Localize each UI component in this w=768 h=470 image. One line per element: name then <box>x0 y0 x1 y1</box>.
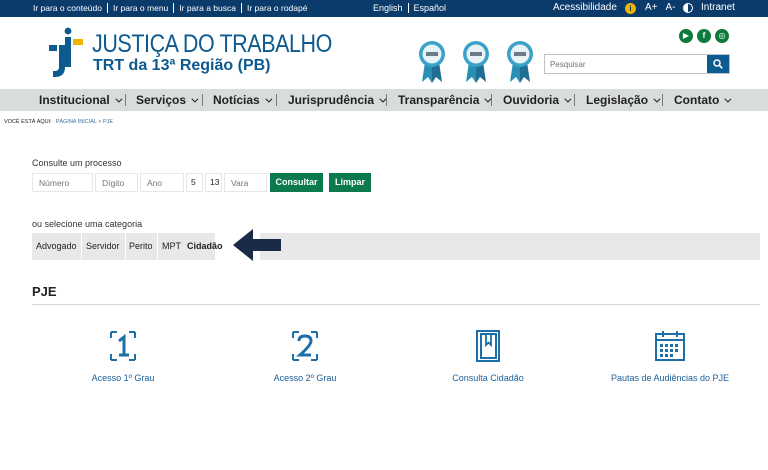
chevron-down-icon <box>653 95 661 103</box>
main-menu: Institucional Serviços Notícias Jurispru… <box>0 89 768 111</box>
digito-field[interactable] <box>95 173 138 192</box>
number-two-icon <box>292 331 318 361</box>
tab-divider <box>125 233 126 260</box>
search-button[interactable] <box>707 55 729 73</box>
arrow-left-icon <box>233 229 281 261</box>
chevron-down-icon <box>564 95 572 103</box>
skip-links: Ir para o conteúdo Ir para o menu Ir par… <box>33 3 312 13</box>
lang-spanish-link[interactable]: Español <box>409 3 452 13</box>
tab-advogado[interactable]: Advogado <box>36 241 77 251</box>
skip-to-footer-link[interactable]: Ir para o rodapé <box>242 3 312 13</box>
tile-label: Pautas de Audiências do PJE <box>610 373 730 383</box>
intranet-link[interactable]: Intranet <box>701 2 735 14</box>
menu-item-label: Transparência <box>398 93 480 107</box>
calendar-icon <box>655 331 685 361</box>
tile-pautas-audiencias[interactable]: Pautas de Audiências do PJE <box>590 330 750 383</box>
search-form <box>544 54 730 74</box>
tile-acesso-1-grau[interactable]: Acesso 1º Grau <box>43 330 203 383</box>
tab-cidadao[interactable]: Cidadão <box>187 241 223 251</box>
facebook-icon[interactable]: f <box>697 29 711 43</box>
menu-item-legislacao[interactable]: Legislação <box>586 93 661 107</box>
info-icon[interactable]: i <box>624 2 636 14</box>
menu-item-noticias[interactable]: Notícias <box>213 93 273 107</box>
tile-acesso-2-grau[interactable]: Acesso 2º Grau <box>225 330 385 383</box>
contrast-icon[interactable] <box>683 3 694 13</box>
chevron-down-icon <box>265 95 273 103</box>
tribunal-field: 13 <box>205 173 222 192</box>
ano-field[interactable] <box>140 173 184 192</box>
site-header: JUSTIÇA DO TRABALHO TRT da 13ª Região (P… <box>0 17 768 89</box>
categoria-label: ou selecione uma categoria <box>32 219 143 229</box>
justica-logo-icon[interactable] <box>47 27 83 81</box>
menu-item-label: Jurisprudência <box>288 93 375 107</box>
limpar-button[interactable]: Limpar <box>329 173 371 192</box>
font-decrease-button[interactable]: A- <box>665 2 675 14</box>
chevron-down-icon <box>115 95 123 103</box>
tile-label: Acesso 2º Grau <box>273 373 337 383</box>
site-title: JUSTIÇA DO TRABALHO <box>92 30 332 58</box>
tab-divider <box>81 233 82 260</box>
accessibility-link[interactable]: Acessibilidade <box>553 2 617 14</box>
accessibility-bar: Ir para o conteúdo Ir para o menu Ir par… <box>0 0 768 17</box>
skip-to-search-link[interactable]: Ir para a busca <box>174 3 242 13</box>
breadcrumb: VOCÊ ESTÁ AQUI: PÁGINA INICIAL > PJE <box>4 119 113 125</box>
instagram-icon[interactable]: ◎ <box>715 29 729 43</box>
vara-field[interactable] <box>224 173 267 192</box>
menu-divider <box>276 94 277 106</box>
numero-field[interactable] <box>32 173 93 192</box>
book-icon <box>476 330 500 362</box>
categoria-tabs: Advogado Servidor Perito MPT Cidadão <box>32 233 760 260</box>
language-links: English Español <box>373 3 451 13</box>
tab-divider <box>157 233 158 260</box>
pje-heading: PJE <box>32 284 57 299</box>
skip-to-menu-link[interactable]: Ir para o menu <box>108 3 175 13</box>
pje-divider <box>32 304 760 305</box>
award-seal-icon <box>507 41 533 83</box>
menu-item-servicos[interactable]: Serviços <box>136 93 199 107</box>
search-input[interactable] <box>545 55 707 73</box>
tab-mpt[interactable]: MPT <box>162 241 181 251</box>
menu-item-label: Ouvidoria <box>503 93 560 107</box>
lang-english-link[interactable]: English <box>373 3 409 13</box>
tile-label: Consulta Cidadão <box>452 373 524 383</box>
tab-perito[interactable]: Perito <box>129 241 153 251</box>
chevron-down-icon <box>724 95 732 103</box>
menu-divider <box>125 94 126 106</box>
menu-item-label: Legislação <box>586 93 649 107</box>
menu-item-label: Contato <box>674 93 720 107</box>
menu-item-contato[interactable]: Contato <box>674 93 732 107</box>
breadcrumb-path[interactable]: PÁGINA INICIAL > PJE <box>56 119 113 125</box>
menu-item-label: Notícias <box>213 93 260 107</box>
font-increase-button[interactable]: A+ <box>645 2 658 14</box>
award-seal-icon <box>463 41 489 83</box>
accessibility-controls: Acessibilidade i A+ A- <box>553 2 694 14</box>
menu-item-institucional[interactable]: Institucional <box>39 93 123 107</box>
menu-divider <box>574 94 575 106</box>
consultar-button[interactable]: Consultar <box>270 173 323 192</box>
number-one-icon <box>110 331 136 361</box>
tile-consulta-cidadao[interactable]: Consulta Cidadão <box>408 330 568 383</box>
breadcrumb-prefix: VOCÊ ESTÁ AQUI: <box>4 119 52 125</box>
site-subtitle: TRT da 13ª Região (PB) <box>93 57 271 74</box>
menu-divider <box>202 94 203 106</box>
chevron-down-icon <box>191 95 199 103</box>
skip-to-content-link[interactable]: Ir para o conteúdo <box>33 3 108 13</box>
menu-divider <box>491 94 492 106</box>
menu-divider <box>386 94 387 106</box>
menu-item-label: Institucional <box>39 93 110 107</box>
tile-label: Acesso 1º Grau <box>91 373 155 383</box>
menu-divider <box>662 94 663 106</box>
menu-item-transparencia[interactable]: Transparência <box>398 93 492 107</box>
menu-item-jurisprudencia[interactable]: Jurisprudência <box>288 93 387 107</box>
menu-item-label: Serviços <box>136 93 187 107</box>
menu-item-ouvidoria[interactable]: Ouvidoria <box>503 93 572 107</box>
youtube-icon[interactable]: ▶ <box>679 29 693 43</box>
tab-servidor[interactable]: Servidor <box>86 241 120 251</box>
award-seal-icon <box>419 41 445 83</box>
consulta-label: Consulte um processo <box>32 158 122 168</box>
justica-field: 5 <box>186 173 203 192</box>
search-icon <box>713 59 723 69</box>
